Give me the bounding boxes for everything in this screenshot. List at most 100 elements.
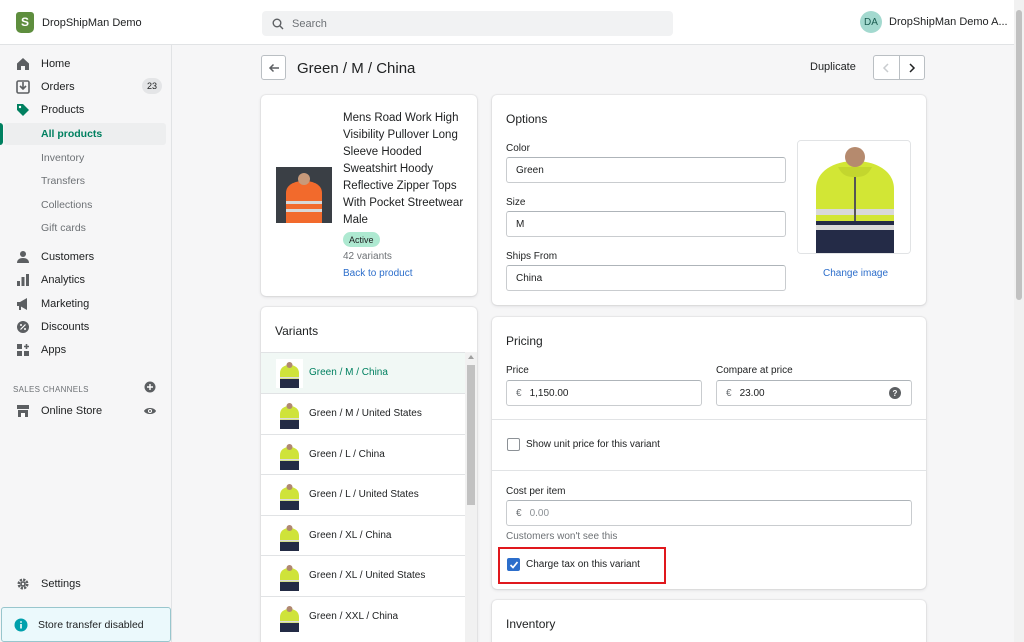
page-scrollbar[interactable] [1014,0,1024,642]
chevron-left-icon [883,62,889,73]
inventory-heading: Inventory [506,617,556,631]
pricing-heading: Pricing [506,334,543,348]
variant-thumbnail [276,400,303,429]
previous-variant-button[interactable] [874,56,900,79]
sidebar-item-marketing[interactable]: Marketing [0,293,172,315]
sidebar-item-label: Analytics [41,274,86,286]
change-image-link[interactable]: Change image [823,268,888,279]
variant-row[interactable]: Green / XXL / China [261,596,465,637]
ships-from-label: Ships From [506,251,558,262]
page-scrollbar-thumb[interactable] [1016,10,1022,300]
variant-row[interactable]: Green / L / United States [261,474,465,515]
sidebar-item-products[interactable]: Products [0,99,172,121]
sidebar-item-settings[interactable]: Settings [0,573,172,595]
variant-row[interactable]: Green / M / United States [261,393,465,434]
variant-thumbnail [276,481,303,510]
sidebar: Home Orders 23 Products All products Inv… [0,45,172,642]
sidebar-subitem-transfers[interactable]: Transfers [0,170,172,192]
discount-icon [17,321,29,333]
variants-card: Variants Green / M / China Green / M / U… [261,307,477,642]
sidebar-subitem-label: Gift cards [41,222,86,234]
unit-price-label: Show unit price for this variant [526,439,660,450]
product-summary-card: Mens Road Work High Visibility Pullover … [261,95,477,296]
divider [492,470,926,471]
product-name: Mens Road Work High Visibility Pullover … [343,112,464,226]
variant-thumbnail [276,359,303,388]
color-label: Color [506,143,530,154]
user-name: DropShipMan Demo A... [889,16,1008,28]
variant-image-photo [798,141,910,253]
sidebar-item-analytics[interactable]: Analytics [0,269,172,291]
scroll-up-arrow-icon[interactable] [468,355,474,359]
color-field[interactable]: Green [506,157,786,183]
store-name: DropShipMan Demo [42,16,142,29]
color-value: Green [516,164,544,176]
store-transfer-banner[interactable]: Store transfer disabled [1,607,171,642]
active-indicator [0,123,3,145]
variant-row[interactable]: Green / XL / China [261,515,465,556]
variant-label: Green / XL / China [309,530,392,541]
size-field[interactable]: M [506,211,786,237]
avatar: DA [860,11,882,33]
unit-price-checkbox[interactable] [507,438,520,451]
compare-price-field[interactable]: € 23.00 ? [716,380,912,406]
duplicate-button[interactable]: Duplicate [810,61,856,73]
user-menu[interactable]: DA DropShipMan Demo A... [860,11,1008,33]
store-transfer-label: Store transfer disabled [38,618,144,631]
price-label: Price [506,365,529,376]
chevron-right-icon [909,62,915,73]
apps-icon [17,344,29,356]
add-sales-channel-icon[interactable] [144,381,156,393]
store-brand[interactable]: DropShipMan Demo [16,12,142,33]
back-button[interactable] [261,55,286,80]
sidebar-item-label: Discounts [41,321,90,333]
sidebar-item-label: Marketing [41,298,90,310]
inventory-card: Inventory [492,600,926,642]
info-icon [14,618,28,631]
next-variant-button[interactable] [900,56,925,79]
size-value: M [516,218,525,230]
orders-icon [16,80,30,94]
sidebar-subitem-label: Inventory [41,152,85,164]
variant-thumbnail [276,562,303,591]
cost-per-item-value: 0.00 [529,507,550,519]
eye-icon[interactable] [143,406,157,416]
sidebar-item-label: Settings [41,578,81,590]
variant-label: Green / XL / United States [309,570,426,581]
product-thumbnail [276,167,332,223]
cost-per-item-label: Cost per item [506,486,566,497]
sidebar-subitem-gift-cards[interactable]: Gift cards [0,217,172,239]
arrow-left-icon [268,63,279,72]
page-title: Green / M / China [297,60,416,77]
search-input[interactable]: Search [262,11,673,36]
back-to-product-link[interactable]: Back to product [343,268,412,279]
sidebar-item-orders[interactable]: Orders 23 [0,76,172,98]
options-card: Options Color Green Size M Ships From Ch… [492,95,926,305]
ships-from-field[interactable]: China [506,265,786,291]
variant-thumbnail [276,441,303,470]
sidebar-item-home[interactable]: Home [0,53,172,75]
variant-row[interactable]: Green / M / China [261,352,465,393]
variants-scrollbar-thumb[interactable] [467,365,475,505]
size-label: Size [506,197,526,208]
sidebar-item-discounts[interactable]: Discounts [0,316,172,338]
sidebar-subitem-inventory[interactable]: Inventory [0,147,172,169]
currency-symbol: € [726,387,732,399]
svg-text:?: ? [893,389,898,398]
variant-label: Green / L / United States [309,489,419,500]
sidebar-item-customers[interactable]: Customers [0,246,172,268]
sidebar-item-label: Customers [41,251,95,263]
cost-per-item-field[interactable]: € 0.00 [506,500,912,526]
variants-scrollbar[interactable] [465,352,477,642]
price-field[interactable]: € 1,150.00 [506,380,702,406]
currency-symbol: € [516,387,522,399]
home-icon [17,58,29,70]
sidebar-item-apps[interactable]: Apps [0,339,172,361]
variant-label: Green / M / China [309,367,388,378]
variant-row[interactable]: Green / XL / United States [261,555,465,596]
variant-image[interactable] [797,140,911,254]
variant-row[interactable]: Green / L / China [261,434,465,475]
sidebar-subitem-all-products[interactable]: All products [0,123,172,145]
sidebar-subitem-collections[interactable]: Collections [0,194,172,216]
help-icon[interactable]: ? [889,387,901,399]
